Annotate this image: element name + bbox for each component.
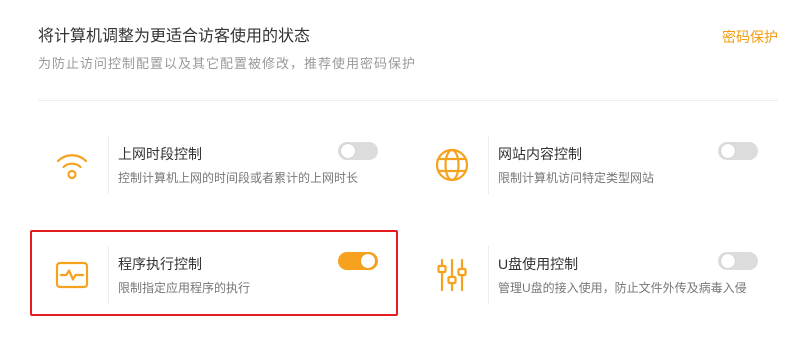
monitor-pulse-icon (54, 257, 90, 293)
card-internet-time-control: 上网时段控制 控制计算机上网的时间段或者累计的上网时长 (40, 130, 390, 200)
card-divider (108, 136, 109, 194)
page-subtitle: 为防止访问控制配置以及其它配置被修改，推荐使用密码保护 (38, 56, 417, 71)
password-protect-link[interactable]: 密码保护 (722, 28, 778, 46)
card-title: 上网时段控制 (118, 146, 202, 162)
usb-control-toggle[interactable] (718, 252, 758, 270)
page-title: 将计算机调整为更适合访客使用的状态 (38, 28, 311, 45)
toggle-knob (341, 144, 355, 158)
sliders-icon (434, 257, 470, 293)
internet-time-toggle[interactable] (338, 142, 378, 160)
card-program-execution-control: 程序执行控制 限制指定应用程序的执行 (40, 240, 390, 310)
program-execution-toggle[interactable] (338, 252, 378, 270)
website-content-toggle[interactable] (718, 142, 758, 160)
card-title: 程序执行控制 (118, 256, 202, 272)
globe-icon (434, 147, 470, 183)
card-divider (488, 246, 489, 304)
card-description: 限制指定应用程序的执行 (118, 281, 251, 295)
toggle-knob (361, 254, 375, 268)
card-description: 控制计算机上网的时间段或者累计的上网时长 (118, 171, 359, 185)
card-description: 管理U盘的接入使用，防止文件外传及病毒入侵 (498, 281, 747, 295)
card-website-content-control: 网站内容控制 限制计算机访问特定类型网站 (420, 130, 770, 200)
card-usb-control: U盘使用控制 管理U盘的接入使用，防止文件外传及病毒入侵 (420, 240, 770, 310)
wifi-icon (54, 147, 90, 183)
toggle-knob (721, 254, 735, 268)
card-title: U盘使用控制 (498, 256, 579, 272)
toggle-knob (721, 144, 735, 158)
card-divider (488, 136, 489, 194)
card-description: 限制计算机访问特定类型网站 (498, 171, 655, 185)
card-title: 网站内容控制 (498, 146, 582, 162)
card-divider (108, 246, 109, 304)
header-divider (38, 100, 778, 101)
